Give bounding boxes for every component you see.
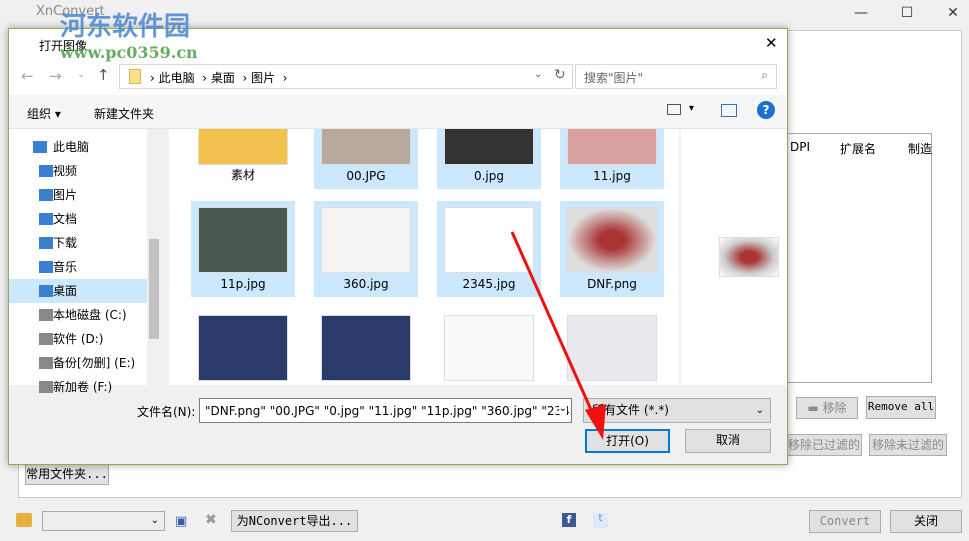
annotation-arrow	[510, 231, 606, 440]
